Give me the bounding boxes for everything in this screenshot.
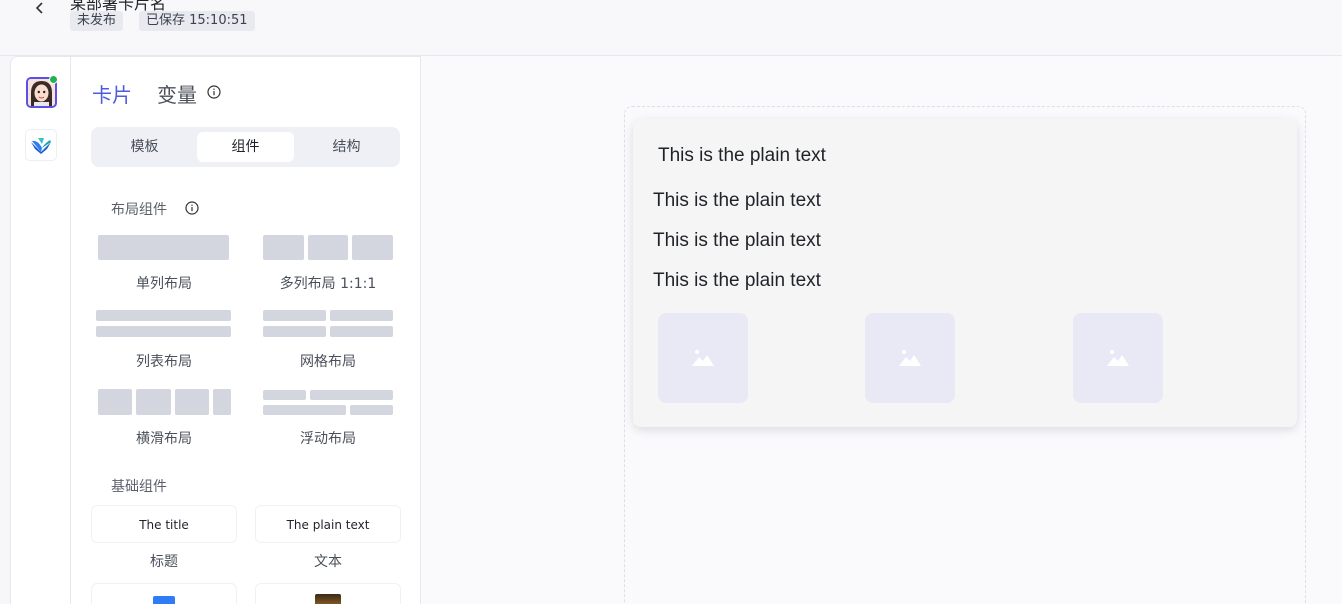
card-text-line[interactable]: This is the plain text [653, 270, 821, 292]
float-layout-thumb[interactable] [255, 385, 401, 421]
image-icon [692, 350, 714, 366]
image-component-card[interactable] [255, 583, 401, 604]
image-placeholder[interactable] [658, 313, 748, 403]
online-status-dot [49, 75, 58, 84]
image-icon [1107, 350, 1129, 366]
component-panel: 卡片 变量 模板 组件 结构 布局组件 单列布局 多列布局 1:1:1 列表布局… [71, 56, 421, 604]
horizontal-scroll-layout-thumb[interactable] [91, 385, 237, 421]
info-icon[interactable] [185, 201, 199, 215]
single-column-layout-thumb[interactable] [91, 230, 237, 266]
image-placeholder[interactable] [1073, 313, 1163, 403]
icon-rail [10, 56, 71, 604]
single-column-layout-label: 单列布局 [136, 276, 192, 292]
button-preview-icon [153, 596, 175, 604]
grid-layout-thumb[interactable] [255, 308, 401, 344]
segment-template[interactable]: 模板 [96, 132, 193, 162]
chevron-left-icon [35, 2, 43, 14]
feishu-logo-icon[interactable] [25, 129, 57, 161]
list-layout-label: 列表布局 [136, 354, 192, 370]
multi-column-layout-label: 多列布局 1:1:1 [279, 276, 377, 292]
layout-section-title: 布局组件 [111, 202, 167, 218]
view-segmented-control: 模板 组件 结构 [91, 127, 400, 167]
top-bar: 某部署卡片名 未发布 已保存 15:10:51 [0, 0, 1342, 56]
preview-canvas: This is the plain text This is the plain… [421, 56, 1342, 604]
segment-structure[interactable]: 结构 [298, 132, 395, 162]
horizontal-scroll-layout-label: 横滑布局 [136, 431, 192, 447]
segment-components[interactable]: 组件 [197, 132, 294, 162]
grid-layout-label: 网格布局 [300, 354, 356, 370]
card-preview[interactable]: This is the plain text This is the plain… [633, 119, 1297, 427]
status-badge: 未发布 [70, 11, 124, 31]
card-text-line[interactable]: This is the plain text [653, 230, 821, 252]
title-component-label: 标题 [150, 554, 178, 570]
card-text-line[interactable]: This is the plain text [653, 190, 821, 212]
title-component-card[interactable]: The title [91, 505, 237, 543]
button-component-card[interactable] [91, 583, 237, 604]
card-frame: This is the plain text This is the plain… [624, 106, 1306, 604]
text-component-label: 文本 [314, 554, 342, 570]
image-preview-icon [315, 594, 341, 604]
multi-column-layout-thumb[interactable] [255, 230, 401, 266]
card-header-text[interactable]: This is the plain text [658, 145, 826, 167]
info-icon[interactable] [207, 85, 221, 99]
image-placeholder[interactable] [865, 313, 955, 403]
saved-badge: 已保存 15:10:51 [139, 11, 255, 31]
float-layout-label: 浮动布局 [300, 431, 356, 447]
back-button[interactable] [30, 0, 50, 16]
tab-variables[interactable]: 变量 [157, 79, 197, 108]
tab-card[interactable]: 卡片 [92, 79, 132, 108]
basic-section-title: 基础组件 [111, 479, 167, 495]
image-icon [899, 350, 921, 366]
list-layout-thumb[interactable] [91, 308, 237, 344]
text-component-card[interactable]: The plain text [255, 505, 401, 543]
